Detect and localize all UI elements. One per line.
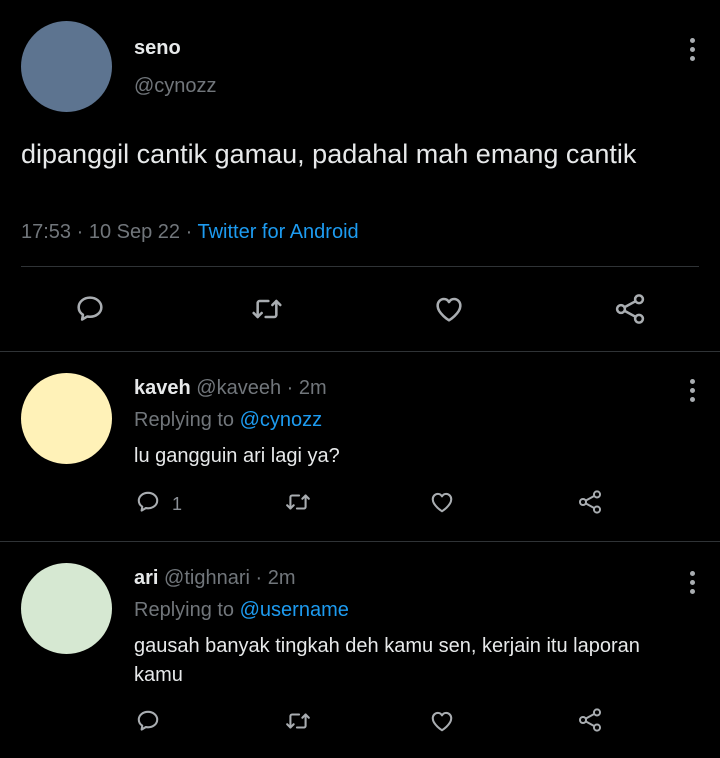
meta-separator: · (76, 221, 89, 243)
reply-time: 2m (298, 377, 327, 399)
more-menu-icon[interactable] (690, 38, 696, 65)
replying-to: Replying to @cynozz (134, 409, 322, 432)
share-icon[interactable] (575, 488, 605, 516)
meta-separator: · (249, 567, 268, 589)
more-menu-icon[interactable] (690, 379, 696, 406)
like-icon[interactable] (428, 708, 456, 734)
reply-header: ari @tighnari · 2m (134, 567, 296, 590)
replying-label: Replying to (134, 409, 235, 431)
avatar[interactable] (21, 563, 112, 654)
tweet-text: dipanggil cantik gamau, padahal mah eman… (21, 139, 637, 169)
reply-text: gausah banyak tingkah deh kamu sen, kerj… (134, 635, 640, 686)
tweet-time: 17:53 (21, 221, 72, 243)
divider (21, 266, 699, 267)
reply-text: lu gangguin ari lagi ya? (134, 445, 340, 467)
meta-separator: · (281, 377, 299, 399)
tweet-meta: 17:53 · 10 Sep 22 · Twitter for Android (21, 221, 359, 244)
retweet-icon[interactable] (250, 293, 284, 325)
replying-label: Replying to (134, 599, 235, 621)
divider (0, 541, 720, 542)
author-handle[interactable]: @cynozz (134, 75, 217, 98)
divider (0, 351, 720, 352)
more-menu-icon[interactable] (690, 571, 696, 598)
retweet-icon[interactable] (284, 489, 312, 515)
share-icon[interactable] (611, 291, 649, 327)
reply-icon[interactable] (135, 489, 161, 515)
tweet-date: 10 Sep 22 (88, 221, 181, 243)
author-name[interactable]: seno (134, 37, 181, 60)
author-name[interactable]: kaveh (134, 377, 191, 399)
replying-to: Replying to @username (134, 599, 349, 622)
reply-icon[interactable] (74, 293, 106, 325)
share-icon[interactable] (575, 706, 605, 734)
avatar[interactable] (21, 21, 112, 112)
reply-time: 2m (267, 567, 296, 589)
meta-separator: · (185, 221, 198, 243)
like-icon[interactable] (432, 293, 466, 325)
author-name[interactable]: ari (134, 567, 158, 589)
like-icon[interactable] (428, 489, 456, 515)
tweet-source-link[interactable]: Twitter for Android (197, 221, 358, 243)
retweet-icon[interactable] (284, 708, 312, 734)
avatar[interactable] (21, 373, 112, 464)
reply-icon[interactable] (135, 708, 161, 734)
author-handle[interactable]: @tighnari (164, 567, 250, 589)
mention-link[interactable]: @username (240, 599, 349, 621)
mention-link[interactable]: @cynozz (240, 409, 323, 431)
reply-header: kaveh @kaveeh · 2m (134, 377, 327, 400)
author-handle[interactable]: @kaveeh (196, 377, 281, 399)
reply-count: 1 (172, 494, 183, 514)
